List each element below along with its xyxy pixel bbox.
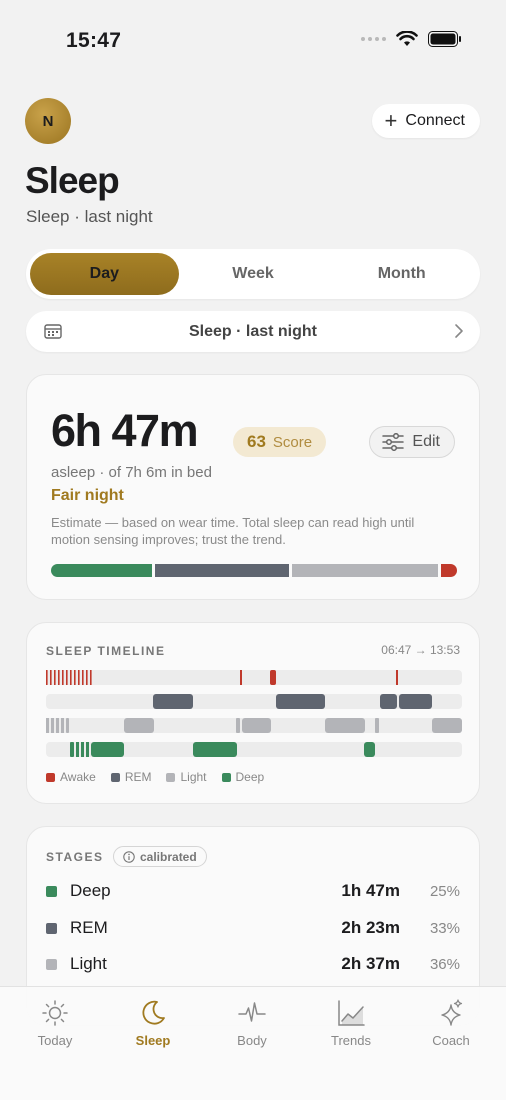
battery-icon <box>428 31 461 47</box>
deep-segment <box>81 742 84 757</box>
timeline-row-awake <box>46 670 462 685</box>
period-segmented-control: Day Week Month <box>26 249 480 299</box>
score-badge: 63 Score <box>233 427 327 457</box>
deep-segment <box>70 742 74 757</box>
rem-segment <box>153 694 193 709</box>
timeline-legend: Awake REM Light Deep <box>46 770 264 784</box>
bar-segment-rem <box>155 564 289 577</box>
pulse-icon <box>238 1002 266 1022</box>
sleep-quality: Fair night <box>51 487 124 504</box>
legend-light: Light <box>166 770 207 784</box>
tab-body[interactable]: Body <box>207 999 297 1048</box>
sun-icon <box>42 1000 68 1026</box>
light-segment <box>124 718 154 733</box>
rem-swatch <box>46 922 57 934</box>
rem-segment <box>276 694 325 709</box>
tab-coach[interactable]: Coach <box>406 999 496 1048</box>
sliders-icon <box>382 433 405 451</box>
light-segment <box>432 718 462 733</box>
light-segment <box>236 718 240 733</box>
awake-segment <box>396 670 398 685</box>
bottom-tab-bar: Today Sleep Body Trends Coach <box>0 986 506 1100</box>
deep-segment <box>193 742 237 757</box>
light-segment <box>51 718 54 733</box>
light-swatch <box>46 958 57 970</box>
stage-row-deep: Deep 1h 47m 25% <box>46 879 460 903</box>
awake-segment <box>86 670 88 685</box>
wifi-icon <box>396 31 418 46</box>
timeline-range: 06:47 → 13:53 <box>381 643 460 657</box>
tab-today[interactable]: Today <box>10 999 100 1048</box>
awake-segment <box>62 670 64 685</box>
bar-segment-awake <box>440 564 457 577</box>
sleep-timeline-card: SLEEP TIMELINE 06:47 → 13:53 Awake REM L… <box>26 622 480 804</box>
edit-button[interactable]: Edit <box>369 426 455 458</box>
awake-segment <box>50 670 52 685</box>
awake-segment <box>90 670 92 685</box>
stage-row-light: Light 2h 37m 36% <box>46 952 460 976</box>
stages-title: STAGES <box>46 850 104 864</box>
status-bar: 15:47 <box>0 0 506 80</box>
timeline-title: SLEEP TIMELINE <box>46 644 166 658</box>
light-segment <box>242 718 271 733</box>
calendar-icon <box>44 324 62 339</box>
deep-segment <box>76 742 79 757</box>
page-title: Sleep <box>25 160 120 201</box>
chevron-right-icon <box>455 324 463 338</box>
awake-segment <box>78 670 80 685</box>
rem-segment <box>380 694 397 709</box>
estimate-note: Estimate — based on wear time. Total sle… <box>51 515 415 547</box>
tab-month[interactable]: Month <box>327 253 476 295</box>
sleep-timeline-chart <box>46 670 462 757</box>
avatar[interactable]: N <box>25 98 71 144</box>
light-segment <box>325 718 365 733</box>
light-segment <box>66 718 69 733</box>
cellular-signal-icon <box>361 37 386 41</box>
legend-rem: REM <box>110 770 151 784</box>
asleep-detail: asleep · of 7h 6m in bed <box>51 464 212 481</box>
connect-button[interactable]: + Connect <box>371 104 480 138</box>
deep-segment <box>91 742 124 757</box>
legend-awake: Awake <box>46 770 96 784</box>
light-segment <box>375 718 379 733</box>
bar-segment-deep <box>51 564 153 577</box>
awake-segment <box>66 670 68 685</box>
plus-icon: + <box>384 108 398 133</box>
awake-segment <box>58 670 60 685</box>
deep-segment <box>364 742 375 757</box>
light-segment <box>46 718 49 733</box>
light-segment <box>61 718 64 733</box>
awake-segment <box>70 670 72 685</box>
date-selector[interactable]: Sleep · last night <box>26 311 480 352</box>
tab-sleep[interactable]: Sleep <box>108 999 198 1048</box>
status-time: 15:47 <box>66 29 122 52</box>
sleep-summary-card: 6h 47m 63 Score Edit asleep · of 7h 6m i… <box>26 374 480 600</box>
awake-segment <box>270 670 276 685</box>
date-label: Sleep · last night <box>188 322 317 340</box>
bar-segment-light <box>291 564 438 577</box>
stage-distribution-bar <box>51 564 457 577</box>
awake-segment <box>82 670 84 685</box>
light-segment <box>56 718 59 733</box>
awake-segment <box>54 670 56 685</box>
deep-segment <box>86 742 89 757</box>
stage-row-rem: REM 2h 23m 33% <box>46 916 460 940</box>
sleep-duration: 6h 47m <box>51 405 199 456</box>
info-icon <box>123 850 135 863</box>
page-subtitle: Sleep · last night <box>26 207 153 226</box>
deep-swatch <box>46 885 57 897</box>
awake-segment <box>240 670 242 685</box>
rem-segment <box>399 694 432 709</box>
moon-icon <box>142 1000 165 1025</box>
tab-trends[interactable]: Trends <box>306 999 396 1048</box>
legend-deep: Deep <box>221 770 264 784</box>
chart-icon <box>338 1000 365 1026</box>
awake-segment <box>74 670 76 685</box>
tab-day[interactable]: Day <box>30 253 179 295</box>
tab-week[interactable]: Week <box>179 253 328 295</box>
awake-segment <box>46 670 48 685</box>
calibrated-badge[interactable]: calibrated <box>113 846 207 867</box>
sparkle-icon <box>441 999 463 1026</box>
